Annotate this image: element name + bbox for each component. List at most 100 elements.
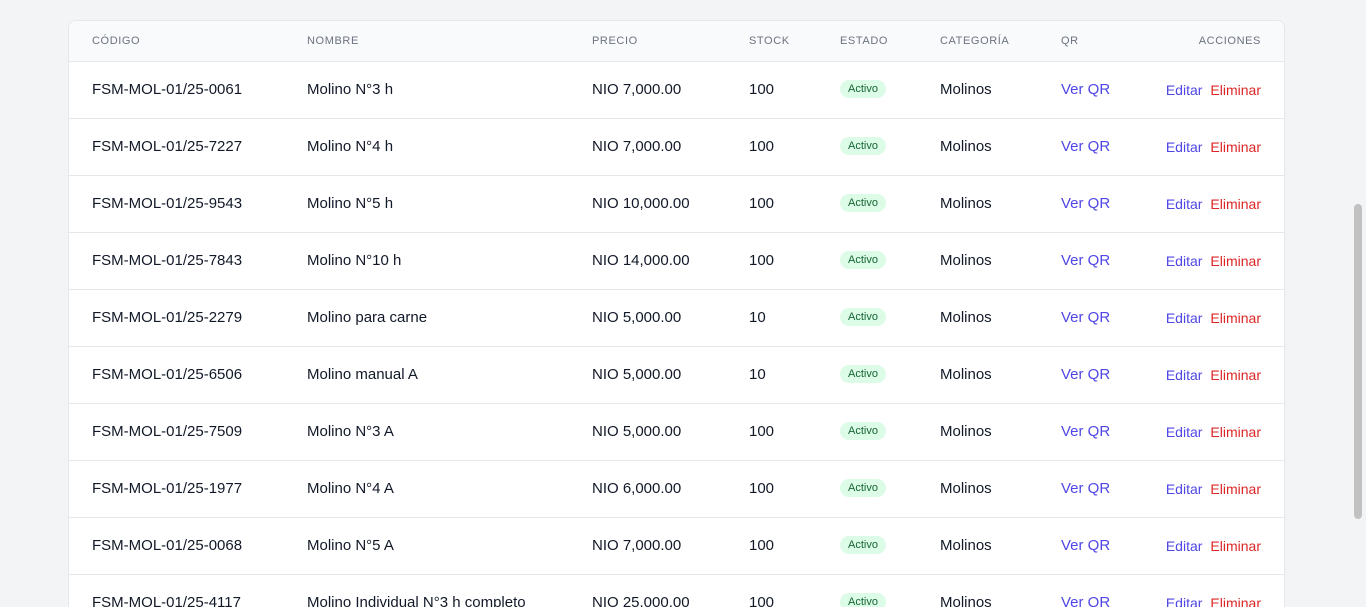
- view-qr-link[interactable]: Ver QR: [1061, 366, 1110, 383]
- edit-button[interactable]: Editar: [1166, 196, 1203, 212]
- row-actions: Editar Eliminar: [1166, 233, 1261, 289]
- table-row: FSM-MOL-01/25-7227 Molino N°4 h NIO 7,000.…: [69, 119, 1284, 176]
- qr-cell: Ver QR: [1061, 176, 1110, 232]
- product-stock: 10: [749, 366, 766, 383]
- table-row: FSM-MOL-01/25-0061 Molino N°3 h NIO 7,000.…: [69, 62, 1284, 119]
- product-price: NIO 7,000.00: [592, 81, 682, 98]
- status-cell: Activo: [840, 518, 886, 574]
- product-category: Molinos: [940, 366, 992, 383]
- edit-button[interactable]: Editar: [1166, 424, 1203, 440]
- delete-button[interactable]: Eliminar: [1210, 538, 1261, 554]
- view-qr-link[interactable]: Ver QR: [1061, 423, 1110, 440]
- product-category: Molinos: [940, 138, 992, 155]
- delete-button[interactable]: Eliminar: [1210, 310, 1261, 326]
- product-price: NIO 6,000.00: [592, 480, 682, 497]
- edit-button[interactable]: Editar: [1166, 139, 1203, 155]
- status-cell: Activo: [840, 176, 886, 232]
- view-qr-link[interactable]: Ver QR: [1061, 195, 1110, 212]
- product-category: Molinos: [940, 594, 992, 607]
- edit-button[interactable]: Editar: [1166, 310, 1203, 326]
- product-category: Molinos: [940, 537, 992, 554]
- table-header: CÓDIGO NOMBRE PRECIO STOCK ESTADO CATEGO…: [69, 21, 1284, 62]
- qr-cell: Ver QR: [1061, 290, 1110, 346]
- delete-button[interactable]: Eliminar: [1210, 253, 1261, 269]
- product-code: FSM-MOL-01/25-6506: [92, 366, 243, 383]
- view-qr-link[interactable]: Ver QR: [1061, 252, 1110, 269]
- product-name: Molino N°5 A: [307, 537, 394, 554]
- status-cell: Activo: [840, 233, 886, 289]
- product-stock: 100: [749, 81, 775, 98]
- product-stock: 100: [749, 195, 775, 212]
- product-name: Molino N°3 A: [307, 423, 394, 440]
- edit-button[interactable]: Editar: [1166, 253, 1203, 269]
- product-name: Molino N°5 h: [307, 195, 394, 212]
- status-cell: Activo: [840, 461, 886, 517]
- product-code: FSM-MOL-01/25-1977: [92, 480, 243, 497]
- status-badge: Activo: [840, 80, 886, 99]
- table-row: FSM-MOL-01/25-6506 Molino manual A NIO 5,0…: [69, 347, 1284, 404]
- product-code: FSM-MOL-01/25-7227: [92, 138, 243, 155]
- product-category: Molinos: [940, 480, 992, 497]
- product-code: FSM-MOL-01/25-4117: [92, 594, 241, 607]
- header-name: NOMBRE: [307, 35, 359, 47]
- view-qr-link[interactable]: Ver QR: [1061, 138, 1110, 155]
- qr-cell: Ver QR: [1061, 518, 1110, 574]
- qr-cell: Ver QR: [1061, 347, 1110, 403]
- edit-button[interactable]: Editar: [1166, 538, 1203, 554]
- table-body: FSM-MOL-01/25-0061 Molino N°3 h NIO 7,000.…: [69, 62, 1284, 607]
- product-price: NIO 14,000.00: [592, 252, 690, 269]
- row-actions: Editar Eliminar: [1166, 404, 1261, 460]
- product-category: Molinos: [940, 81, 992, 98]
- product-code: FSM-MOL-01/25-0061: [92, 81, 243, 98]
- status-badge: Activo: [840, 365, 886, 384]
- delete-button[interactable]: Eliminar: [1210, 481, 1261, 497]
- status-badge: Activo: [840, 308, 886, 327]
- status-cell: Activo: [840, 119, 886, 175]
- product-name: Molino Individual N°3 h completo: [307, 594, 526, 607]
- product-code: FSM-MOL-01/25-7509: [92, 423, 243, 440]
- product-name: Molino N°4 h: [307, 138, 394, 155]
- header-qr: QR: [1061, 35, 1079, 47]
- status-badge: Activo: [840, 479, 886, 498]
- products-table: CÓDIGO NOMBRE PRECIO STOCK ESTADO CATEGO…: [68, 20, 1285, 607]
- view-qr-link[interactable]: Ver QR: [1061, 594, 1110, 607]
- product-name: Molino manual A: [307, 366, 418, 383]
- row-actions: Editar Eliminar: [1166, 347, 1261, 403]
- qr-cell: Ver QR: [1061, 575, 1110, 607]
- header-price: PRECIO: [592, 35, 638, 47]
- delete-button[interactable]: Eliminar: [1210, 196, 1261, 212]
- row-actions: Editar Eliminar: [1166, 290, 1261, 346]
- scrollbar-thumb[interactable]: [1354, 204, 1362, 519]
- edit-button[interactable]: Editar: [1166, 82, 1203, 98]
- product-price: NIO 7,000.00: [592, 537, 682, 554]
- header-actions: ACCIONES: [1198, 35, 1261, 47]
- view-qr-link[interactable]: Ver QR: [1061, 81, 1110, 98]
- status-badge: Activo: [840, 251, 886, 270]
- status-cell: Activo: [840, 62, 886, 118]
- product-price: NIO 10,000.00: [592, 195, 690, 212]
- product-stock: 100: [749, 480, 775, 497]
- qr-cell: Ver QR: [1061, 461, 1110, 517]
- delete-button[interactable]: Eliminar: [1210, 139, 1261, 155]
- view-qr-link[interactable]: Ver QR: [1061, 309, 1110, 326]
- table-row: FSM-MOL-01/25-2279 Molino para carne NIO 5…: [69, 290, 1284, 347]
- page: CÓDIGO NOMBRE PRECIO STOCK ESTADO CATEGO…: [0, 0, 1366, 607]
- edit-button[interactable]: Editar: [1166, 367, 1203, 383]
- delete-button[interactable]: Eliminar: [1210, 424, 1261, 440]
- qr-cell: Ver QR: [1061, 233, 1110, 289]
- status-cell: Activo: [840, 575, 886, 607]
- vertical-scrollbar[interactable]: [1353, 0, 1363, 607]
- product-category: Molinos: [940, 252, 992, 269]
- view-qr-link[interactable]: Ver QR: [1061, 480, 1110, 497]
- status-cell: Activo: [840, 290, 886, 346]
- edit-button[interactable]: Editar: [1166, 481, 1203, 497]
- view-qr-link[interactable]: Ver QR: [1061, 537, 1110, 554]
- delete-button[interactable]: Eliminar: [1210, 82, 1261, 98]
- product-name: Molino N°4 A: [307, 480, 394, 497]
- delete-button[interactable]: Eliminar: [1210, 367, 1261, 383]
- status-badge: Activo: [840, 593, 886, 607]
- product-price: NIO 5,000.00: [592, 423, 682, 440]
- delete-button[interactable]: Eliminar: [1210, 595, 1261, 607]
- edit-button[interactable]: Editar: [1166, 595, 1203, 607]
- product-category: Molinos: [940, 195, 992, 212]
